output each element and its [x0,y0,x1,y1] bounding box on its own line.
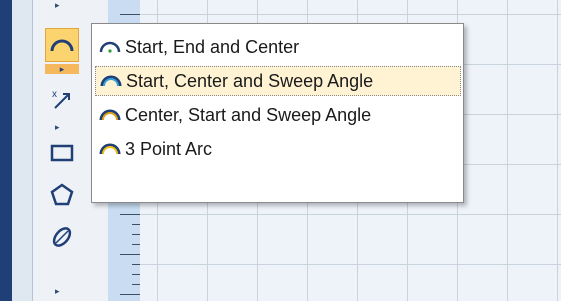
ruler-tick [120,254,140,255]
arc-tool-expand-arrow-icon[interactable]: ▸ [45,64,79,74]
expand-arrow-icon[interactable]: ▸ [55,0,60,11]
ellipse-tool-button[interactable] [45,220,79,254]
menu-item-center-start-sweep[interactable]: Center, Start and Sweep Angle [95,100,461,130]
rectangle-icon [50,144,74,162]
dimension-icon: x [52,89,70,109]
dimension-tool-button[interactable]: x [45,82,79,116]
arc-center-start-sweep-icon [97,104,123,126]
dimension-expand-arrow-icon[interactable]: ▸ [55,122,60,133]
menu-item-label: 3 Point Arc [125,138,213,159]
ruler-tick [120,294,140,295]
window-edge [0,0,12,301]
arc-icon [50,39,74,52]
ruler-tick [120,214,140,215]
arc-mode-menu: Start, End and Center Start, Center and … [91,23,464,203]
menu-item-start-center-sweep[interactable]: Start, Center and Sweep Angle [95,66,461,96]
ruler-tick [132,224,140,225]
menu-item-label: Start, End and Center [125,36,300,57]
arc-start-end-center-icon [97,36,123,58]
arc-three-point-icon [97,138,123,160]
ruler-tick [132,244,140,245]
ellipse-expand-arrow-icon[interactable]: ▸ [55,286,60,297]
menu-item-start-end-center[interactable]: Start, End and Center [95,32,461,62]
ellipse-icon [52,227,72,247]
menu-item-label: Start, Center and Sweep Angle [126,70,374,91]
arc-tool-button[interactable] [45,28,79,62]
ruler-tick [132,284,140,285]
ruler-tick [132,234,140,235]
ruler-tick [120,14,140,15]
menu-item-three-point-arc[interactable]: 3 Point Arc [95,134,461,164]
ruler-tick [132,264,140,265]
polygon-tool-button[interactable] [45,178,79,212]
svg-text:x: x [52,89,57,100]
menu-item-label: Center, Start and Sweep Angle [125,104,372,125]
pentagon-icon [50,183,74,206]
ruler-tick [132,274,140,275]
side-panel-edge [12,0,33,301]
rectangle-tool-button[interactable] [45,136,79,170]
arc-start-center-sweep-icon [98,70,124,92]
